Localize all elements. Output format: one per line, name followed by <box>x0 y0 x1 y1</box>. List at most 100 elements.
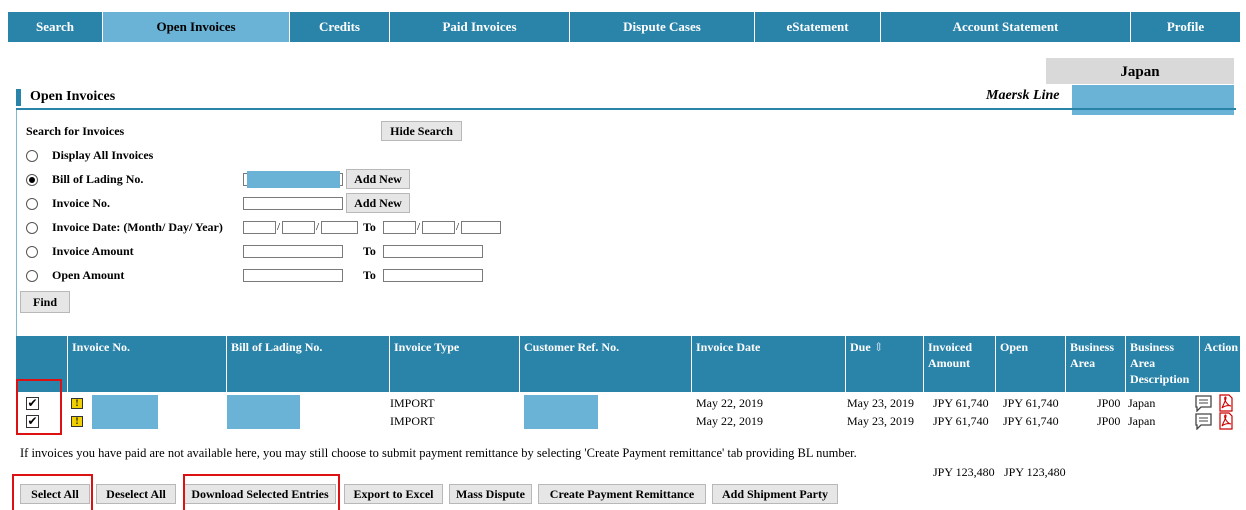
date-to-year[interactable] <box>461 221 501 234</box>
radio-display-all[interactable] <box>26 150 38 162</box>
tab-dispute-cases[interactable]: Dispute Cases <box>570 12 755 42</box>
info-icon[interactable]: ! <box>71 416 83 427</box>
date-from-day[interactable] <box>282 221 315 234</box>
radio-invoice-date[interactable] <box>26 222 38 234</box>
redacted-bl-value <box>247 171 340 188</box>
mass-dispute-button[interactable]: Mass Dispute <box>449 484 532 504</box>
open-amount-from[interactable] <box>243 269 343 282</box>
tab-account-statement[interactable]: Account Statement <box>881 12 1131 42</box>
comment-icon[interactable] <box>1194 412 1214 430</box>
col-due-label: Due <box>850 340 871 354</box>
comment-icon[interactable] <box>1194 394 1214 412</box>
highlight-download-selected <box>183 474 340 510</box>
remittance-note: If invoices you have paid are not availa… <box>20 446 857 460</box>
date-separator: / <box>417 221 421 233</box>
col-ba-desc-label-2: Area <box>1130 356 1156 370</box>
invoice-amount-to[interactable] <box>383 245 483 258</box>
col-bill-of-lading-label: Bill of Lading No. <box>231 340 323 354</box>
redacted-account <box>1072 85 1234 115</box>
col-invoice-date-label: Invoice Date <box>696 340 761 354</box>
total-open: JPY 123,480 <box>1004 465 1066 479</box>
col-open[interactable]: Open <box>996 336 1066 392</box>
sort-icon[interactable]: ⇕ <box>874 340 884 354</box>
page-title: Open Invoices <box>30 89 116 104</box>
search-heading: Search for Invoices <box>26 124 125 138</box>
col-customer-ref-label: Customer Ref. No. <box>524 340 620 354</box>
add-new-invoice-button[interactable]: Add New <box>346 193 410 213</box>
highlight-checkboxes <box>16 379 62 435</box>
tab-profile[interactable]: Profile <box>1131 12 1240 42</box>
date-from-year[interactable] <box>321 221 358 234</box>
col-ba-description[interactable]: Business Area Description <box>1126 336 1200 392</box>
tab-credits[interactable]: Credits <box>290 12 390 42</box>
cell-ba-description: Japan <box>1128 414 1156 428</box>
cell-open: JPY 61,740 <box>1003 414 1059 428</box>
country-label: Japan <box>1120 64 1160 80</box>
cell-invoice-type: IMPORT <box>390 414 435 428</box>
col-invoice-no-label: Invoice No. <box>72 340 130 354</box>
date-to-month[interactable] <box>383 221 416 234</box>
tab-open-invoices[interactable]: Open Invoices <box>103 12 290 42</box>
label-to: To <box>363 268 376 282</box>
deselect-all-button[interactable]: Deselect All <box>96 484 176 504</box>
cell-due: May 23, 2019 <box>847 396 914 410</box>
title-accent <box>16 89 21 106</box>
cell-invoiced: JPY 61,740 <box>933 396 989 410</box>
col-customer-ref[interactable]: Customer Ref. No. <box>520 336 692 392</box>
label-bill-of-lading: Bill of Lading No. <box>52 172 144 186</box>
tab-search[interactable]: Search <box>8 12 103 42</box>
table-row: ✔ ! IMPORT May 22, 2019 May 23, 2019 JPY… <box>16 412 1240 430</box>
label-to: To <box>363 220 376 234</box>
col-ba-desc-label-3: Description <box>1130 372 1190 386</box>
col-business-area[interactable]: Business Area <box>1066 336 1126 392</box>
col-due[interactable]: Due ⇕ <box>846 336 924 392</box>
cell-invoice-date: May 22, 2019 <box>696 396 763 410</box>
find-button[interactable]: Find <box>20 291 70 313</box>
col-bill-of-lading[interactable]: Bill of Lading No. <box>227 336 390 392</box>
cell-invoice-date: May 22, 2019 <box>696 414 763 428</box>
pdf-icon[interactable] <box>1218 394 1234 412</box>
info-icon[interactable]: ! <box>71 398 83 409</box>
cell-open: JPY 61,740 <box>1003 396 1059 410</box>
cell-invoice-type: IMPORT <box>390 396 435 410</box>
pdf-icon[interactable] <box>1218 412 1234 430</box>
tab-estatement[interactable]: eStatement <box>755 12 881 42</box>
col-ba-desc-label: Business <box>1130 340 1175 354</box>
invoice-no-input[interactable] <box>243 197 343 210</box>
cell-business-area: JP00 <box>1097 396 1121 410</box>
date-separator: / <box>277 221 281 233</box>
total-invoiced: JPY 123,480 <box>933 465 995 479</box>
col-action-label: Action <box>1204 340 1238 354</box>
add-new-bl-button[interactable]: Add New <box>346 169 410 189</box>
open-amount-to[interactable] <box>383 269 483 282</box>
label-display-all: Display All Invoices <box>52 148 154 162</box>
col-invoice-date[interactable]: Invoice Date <box>692 336 846 392</box>
col-invoiced-amount[interactable]: Invoiced Amount <box>924 336 996 392</box>
radio-invoice-no[interactable] <box>26 198 38 210</box>
label-invoice-date: Invoice Date: (Month/ Day/ Year) <box>52 220 223 234</box>
date-to-day[interactable] <box>422 221 455 234</box>
title-divider <box>16 108 1236 110</box>
add-shipment-party-button[interactable]: Add Shipment Party <box>712 484 838 504</box>
section-border <box>16 110 17 336</box>
date-from-month[interactable] <box>243 221 276 234</box>
create-payment-remittance-button[interactable]: Create Payment Remittance <box>538 484 706 504</box>
col-invoice-no[interactable]: Invoice No. <box>68 336 227 392</box>
col-invoice-type[interactable]: Invoice Type <box>390 336 520 392</box>
date-separator: / <box>456 221 460 233</box>
label-open-amount: Open Amount <box>52 268 125 282</box>
radio-open-amount[interactable] <box>26 270 38 282</box>
label-to: To <box>363 244 376 258</box>
export-excel-button[interactable]: Export to Excel <box>344 484 443 504</box>
col-invoiced-amount-label-2: Amount <box>928 356 971 370</box>
hide-search-button[interactable]: Hide Search <box>381 121 462 141</box>
tab-paid-invoices[interactable]: Paid Invoices <box>390 12 570 42</box>
cell-due: May 23, 2019 <box>847 414 914 428</box>
main-nav: Search Open Invoices Credits Paid Invoic… <box>8 12 1240 42</box>
invoice-amount-from[interactable] <box>243 245 343 258</box>
col-business-area-label: Business <box>1070 340 1115 354</box>
radio-invoice-amount[interactable] <box>26 246 38 258</box>
radio-bill-of-lading[interactable] <box>26 174 38 186</box>
highlight-select-all <box>12 474 93 510</box>
col-open-label: Open <box>1000 340 1029 354</box>
